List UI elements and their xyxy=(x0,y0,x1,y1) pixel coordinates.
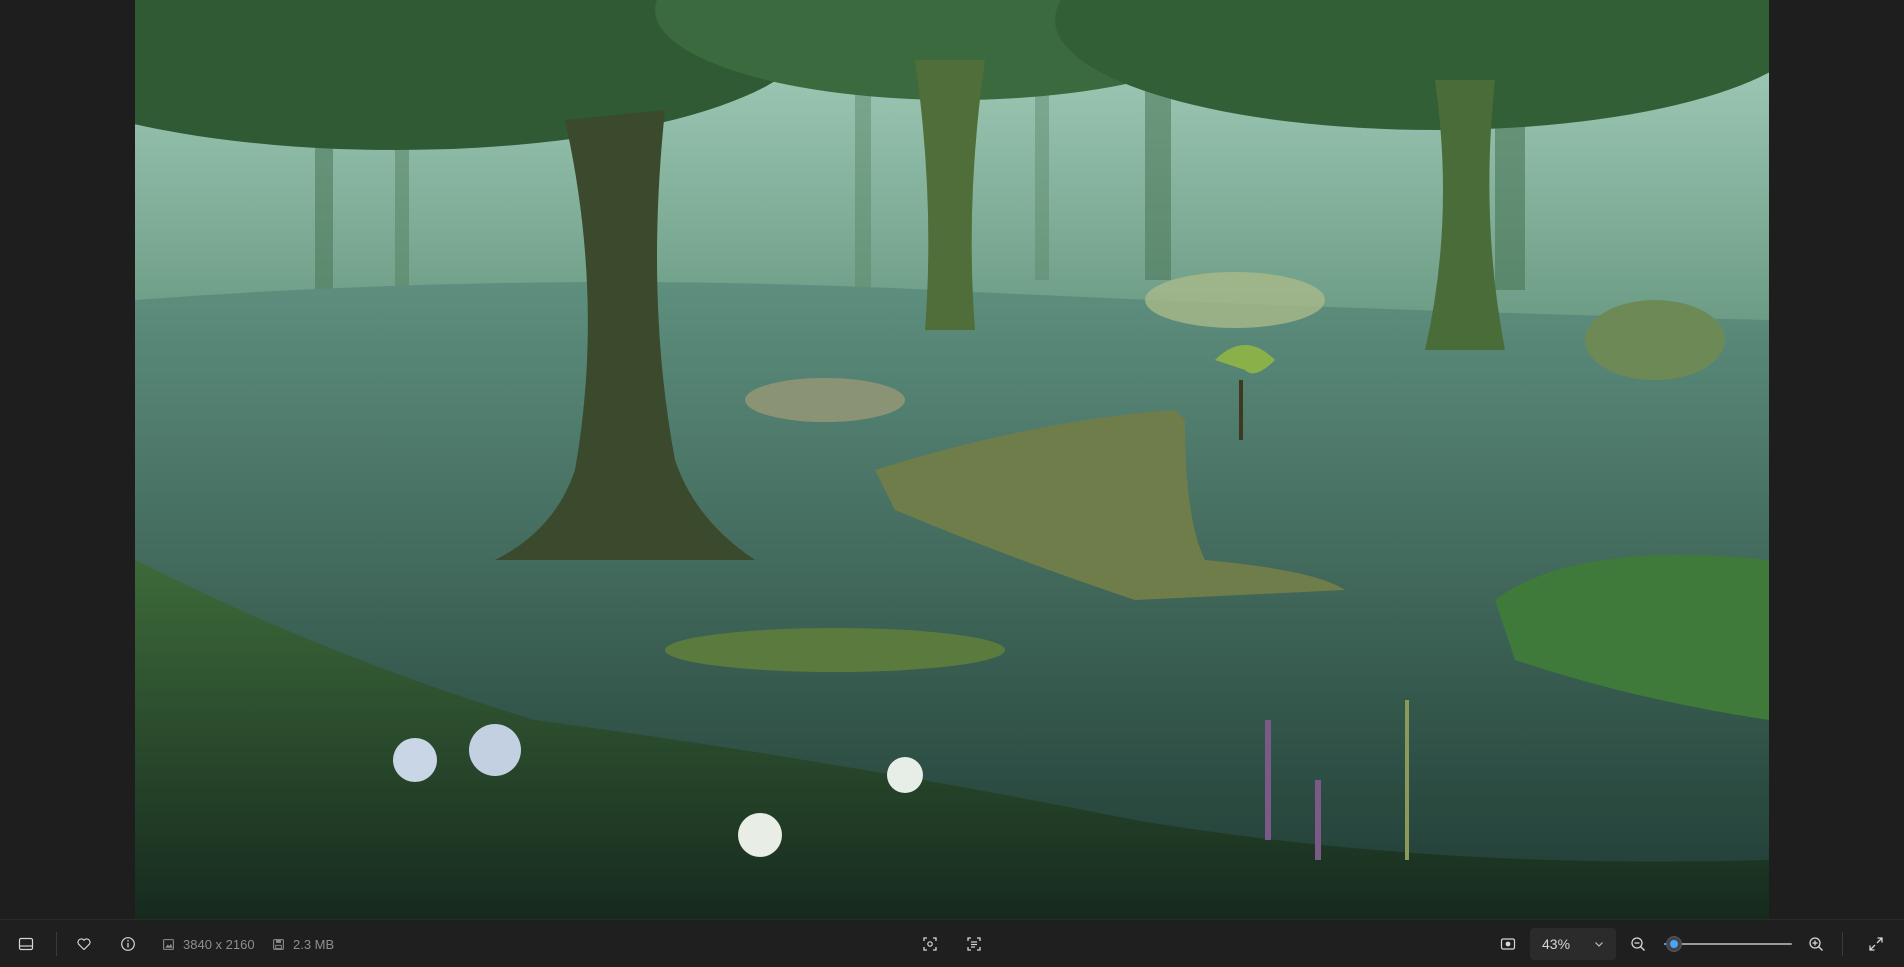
zoom-slider[interactable] xyxy=(1664,936,1792,952)
chevron-down-icon xyxy=(1595,942,1603,947)
photo-viewer: 3840 x 2160 2.3 MB 43% xyxy=(0,0,1904,967)
dimensions-text: 3840 x 2160 xyxy=(183,936,255,952)
crop-button[interactable] xyxy=(914,928,946,960)
expand-icon xyxy=(1869,937,1883,951)
zoom-out-icon xyxy=(1631,937,1645,951)
filmstrip-button[interactable] xyxy=(10,928,42,960)
fullscreen-button[interactable] xyxy=(1860,928,1892,960)
heart-icon xyxy=(77,938,91,951)
image-stage xyxy=(0,0,1904,919)
zoom-level-dropdown[interactable]: 43% xyxy=(1530,928,1616,960)
image-dimensions: 3840 x 2160 xyxy=(162,920,255,967)
scan-text-icon xyxy=(967,937,981,951)
zoom-slider-track xyxy=(1664,943,1792,945)
file-size: 2.3 MB xyxy=(272,920,334,967)
actual-size-button[interactable] xyxy=(1492,928,1524,960)
filmstrip-icon xyxy=(18,937,34,951)
crop-focus-icon xyxy=(923,937,937,951)
bottom-toolbar: 3840 x 2160 2.3 MB 43% xyxy=(0,919,1904,967)
toolbar-divider xyxy=(1842,932,1843,956)
actual-size-icon xyxy=(1500,938,1516,950)
file-size-text: 2.3 MB xyxy=(293,936,335,952)
info-icon xyxy=(121,937,135,951)
scan-text-button[interactable] xyxy=(958,928,990,960)
zoom-in-button[interactable] xyxy=(1800,928,1832,960)
favorite-button[interactable] xyxy=(68,928,100,960)
zoom-slider-thumb[interactable] xyxy=(1666,936,1682,952)
zoom-in-icon xyxy=(1809,937,1823,951)
save-disk-icon xyxy=(273,938,284,950)
image-size-icon xyxy=(163,938,174,950)
zoom-out-button[interactable] xyxy=(1622,928,1654,960)
zoom-level-text: 43% xyxy=(1542,936,1571,952)
toolbar-divider xyxy=(56,932,57,956)
info-button[interactable] xyxy=(112,928,144,960)
forest-pond-image xyxy=(135,0,1769,919)
photo[interactable] xyxy=(135,0,1769,919)
